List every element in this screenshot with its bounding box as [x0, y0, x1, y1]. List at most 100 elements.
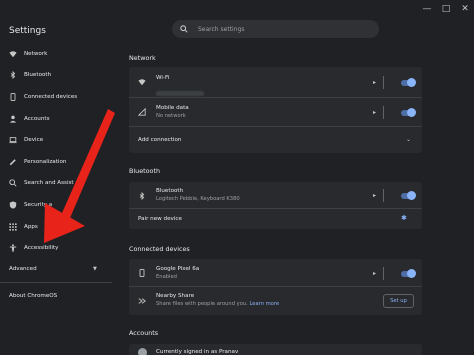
mobile-data-text: Mobile data No network — [156, 105, 189, 119]
chevron-right-icon: ▸ — [373, 270, 377, 277]
phone-icon — [138, 269, 146, 277]
row-divider — [383, 189, 384, 202]
mobile-data-row[interactable]: Mobile data No network ▸ — [129, 98, 422, 127]
sidebar-item-about[interactable]: About ChromeOS — [0, 286, 112, 306]
set-up-button[interactable]: Set up — [383, 294, 414, 308]
sidebar-item-bluetooth[interactable]: Bluetooth — [0, 65, 112, 87]
cellular-signal-icon — [138, 108, 146, 116]
apps-grid-icon — [9, 222, 17, 231]
bluetooth-label: Bluetooth — [156, 188, 184, 194]
phone-text: Google Pixel 6a Enabled — [156, 266, 199, 280]
sidebar-divider — [0, 281, 112, 283]
sidebar-item-label: Accounts — [24, 115, 50, 122]
search-box[interactable] — [172, 20, 379, 38]
sidebar-item-search-and-assistant[interactable]: Search and Assist — [0, 173, 112, 195]
pair-new-device-label: Pair new device — [138, 216, 182, 222]
search-input[interactable] — [198, 25, 368, 33]
sidebar-item-label: About ChromeOS — [9, 292, 58, 299]
row-divider — [383, 267, 384, 280]
sidebar-item-label: Connected devices — [24, 93, 78, 100]
section-heading-accounts: Accounts — [129, 329, 159, 337]
person-icon — [9, 115, 17, 123]
phone-status: Enabled — [156, 274, 177, 280]
section-heading-bluetooth: Bluetooth — [129, 167, 161, 175]
bluetooth-text: Bluetooth Logitech Pebble, Keyboard K380 — [156, 188, 240, 202]
close-icon[interactable]: ✕ — [460, 4, 470, 14]
minimize-icon[interactable]: — — [422, 4, 432, 14]
nearby-share-icon — [138, 297, 146, 305]
sidebar-item-accessibility[interactable]: Accessibility — [0, 237, 112, 259]
wifi-row[interactable]: Wi-Fi ▸ — [129, 67, 422, 98]
mobile-data-toggle[interactable] — [401, 108, 416, 117]
shield-icon — [9, 201, 17, 209]
sidebar-item-device[interactable]: Device — [0, 129, 112, 151]
sidebar-item-label: Device — [24, 137, 44, 144]
sidebar-item-label: Apps — [24, 223, 38, 230]
connected-devices-card: Google Pixel 6a Enabled ▸ Nearby Share S… — [129, 259, 422, 315]
sidebar-item-label: Network — [24, 50, 48, 57]
sidebar-item-connected-devices[interactable]: Connected devices — [0, 86, 112, 108]
chevron-right-icon: ▸ — [373, 79, 377, 86]
mobile-data-status: No network — [156, 113, 186, 119]
pair-new-device-row[interactable]: Pair new device ✱ — [129, 209, 422, 229]
chevron-right-icon: ▸ — [373, 192, 377, 199]
bluetooth-icon — [138, 192, 146, 200]
bluetooth-toggle[interactable] — [401, 191, 416, 200]
mobile-data-label: Mobile data — [156, 105, 189, 111]
nearby-share-desc-text: Share files with people around you. — [156, 301, 248, 307]
avatar — [138, 348, 147, 355]
accounts-card: Currently signed in as Pranav — [129, 344, 422, 355]
wifi-network-name-blurred — [156, 91, 204, 96]
chevron-down-icon: ▼ — [93, 265, 97, 272]
wifi-text: Wi-Fi — [156, 75, 204, 100]
search-icon — [9, 179, 17, 187]
nearby-share-row[interactable]: Nearby Share Share files with people aro… — [129, 287, 422, 315]
phone-label: Google Pixel 6a — [156, 266, 200, 272]
nearby-share-label: Nearby Share — [156, 293, 195, 299]
wifi-label: Wi-Fi — [156, 75, 170, 81]
sidebar-item-label: Personalization — [24, 158, 67, 165]
network-card: Wi-Fi ▸ Mobile data No network ▸ Add con… — [129, 67, 422, 153]
bluetooth-devices: Logitech Pebble, Keyboard K380 — [156, 196, 240, 202]
sidebar-item-label: Accessibility — [24, 245, 59, 252]
wifi-icon — [138, 78, 146, 86]
nearby-share-text: Nearby Share Share files with people aro… — [156, 293, 279, 307]
maximize-icon[interactable]: □ — [441, 4, 451, 14]
sidebar-item-apps[interactable]: Apps — [0, 216, 112, 238]
bluetooth-icon — [9, 71, 17, 80]
phone-toggle[interactable] — [401, 269, 416, 278]
pencil-icon — [9, 158, 17, 166]
bluetooth-card: Bluetooth Logitech Pebble, Keyboard K380… — [129, 182, 422, 229]
phone-row[interactable]: Google Pixel 6a Enabled ▸ — [129, 259, 422, 287]
sidebar-item-label: Bluetooth — [24, 72, 52, 79]
section-heading-connected-devices: Connected devices — [129, 245, 190, 253]
phone-icon — [9, 92, 17, 101]
row-divider — [383, 76, 384, 89]
learn-more-link[interactable]: Learn more — [249, 301, 279, 307]
sidebar-item-label: Security a — [24, 201, 53, 208]
accounts-signed-in-label: Currently signed in as Pranav — [156, 349, 239, 355]
bluetooth-add-icon[interactable]: ✱ — [401, 214, 407, 222]
sidebar-item-personalization[interactable]: Personalization — [0, 151, 112, 173]
laptop-icon — [9, 136, 17, 144]
sidebar-advanced-label: Advanced — [9, 265, 37, 272]
chevron-down-icon: ⌄ — [406, 136, 412, 143]
app-title: Settings — [9, 26, 46, 36]
wifi-toggle[interactable] — [401, 78, 416, 87]
window-controls: — □ ✕ — [422, 4, 470, 14]
add-connection-label: Add connection — [138, 137, 182, 143]
nearby-share-desc: Share files with people around you. Lear… — [156, 301, 279, 307]
bluetooth-row[interactable]: Bluetooth Logitech Pebble, Keyboard K380… — [129, 182, 422, 209]
sidebar-item-security-and-privacy[interactable]: Security a — [0, 194, 112, 216]
section-heading-network: Network — [129, 54, 156, 62]
accessibility-icon — [9, 244, 17, 252]
chevron-right-icon: ▸ — [373, 109, 377, 116]
add-connection-row[interactable]: Add connection ⌄ — [129, 127, 422, 153]
sidebar-item-network[interactable]: Network — [0, 43, 112, 65]
sidebar-advanced-toggle[interactable]: Advanced ▼ — [0, 259, 112, 279]
sidebar-item-label: Search and Assist — [24, 180, 74, 187]
wifi-icon — [9, 50, 17, 58]
sidebar: Network Bluetooth Connected devices Acco… — [0, 43, 112, 306]
search-icon — [180, 25, 188, 33]
sidebar-item-accounts[interactable]: Accounts — [0, 108, 112, 130]
